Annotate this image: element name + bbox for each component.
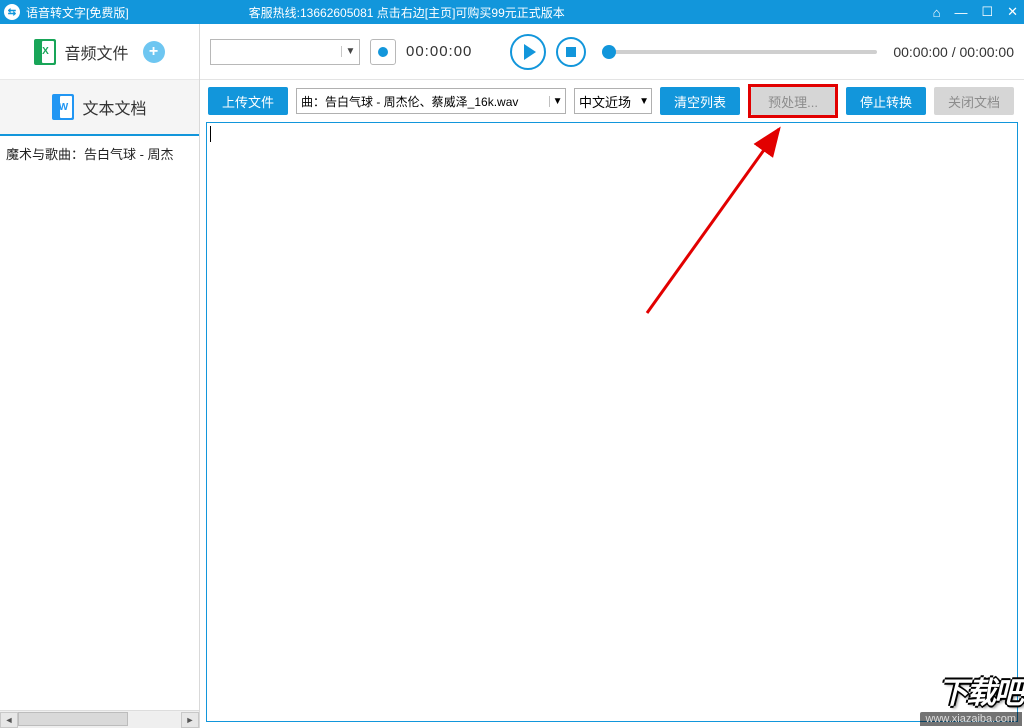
minimize-icon[interactable]: — [954,5,967,20]
main-panel: ▼ 00:00:00 00:00:00 / 00:00:00 上传文件 曲：告白… [200,24,1024,728]
scroll-right-icon[interactable]: ► [181,712,199,728]
scroll-thumb[interactable] [18,712,128,726]
tab-text-label: 文本文档 [82,95,146,119]
list-item[interactable]: 魔术与歌曲：告白气球 - 周杰 [6,144,193,163]
app-icon: ⇆ [4,4,20,20]
file-dropdown-value: 曲：告白气球 - 周杰伦、蔡威泽_16k.wav [297,93,549,110]
language-value: 中文近场 [575,92,637,111]
word-icon: W [52,94,74,120]
hotline-text: 客服热线:13662605081 点击右边[主页]可购买99元正式版本 [249,4,565,21]
tab-audio-label: 音频文件 [64,40,128,64]
stop-convert-button[interactable]: 停止转换 [846,87,926,115]
maximize-icon[interactable]: ☐ [981,4,993,20]
preprocess-button[interactable]: 预处理... [751,87,835,115]
chevron-down-icon: ▼ [341,46,359,57]
file-dropdown[interactable]: 曲：告白气球 - 周杰伦、蔡威泽_16k.wav ▼ [296,88,566,114]
language-dropdown[interactable]: 中文近场 ▼ [574,88,652,114]
record-dot-icon [378,47,388,57]
playback-time: 00:00:00 / 00:00:00 [893,44,1014,60]
add-audio-button[interactable]: + [143,41,165,63]
clear-list-button[interactable]: 清空列表 [660,87,740,115]
annotation-highlight: 预处理... [748,84,838,118]
file-list: 魔术与歌曲：告白气球 - 周杰 [0,136,199,710]
stop-button[interactable] [556,37,586,67]
text-editor[interactable] [206,122,1018,722]
stop-icon [566,47,576,57]
player-bar: ▼ 00:00:00 00:00:00 / 00:00:00 [200,24,1024,80]
upload-button[interactable]: 上传文件 [208,87,288,115]
annotation-arrow [207,123,1024,723]
tab-text-documents[interactable]: W 文本文档 [0,80,199,136]
seek-slider[interactable] [602,50,877,54]
slider-knob[interactable] [602,45,616,59]
sidebar: X 音频文件 + W 文本文档 魔术与歌曲：告白气球 - 周杰 ◄ ► [0,24,200,728]
toolbar: 上传文件 曲：告白气球 - 周杰伦、蔡威泽_16k.wav ▼ 中文近场 ▼ 清… [200,80,1024,122]
scroll-track[interactable] [18,712,181,728]
scroll-left-icon[interactable]: ◄ [0,712,18,728]
record-time: 00:00:00 [406,43,472,60]
tab-audio-files[interactable]: X 音频文件 + [0,24,199,80]
close-doc-button[interactable]: 关闭文档 [934,87,1014,115]
chevron-down-icon: ▼ [637,96,651,107]
text-cursor [210,126,211,142]
titlebar: ⇆ 语音转文字[免费版] 客服热线:13662605081 点击右边[主页]可购… [0,0,1024,24]
excel-icon: X [34,39,56,65]
horizontal-scrollbar[interactable]: ◄ ► [0,710,199,728]
play-icon [524,44,536,60]
play-button[interactable] [510,34,546,70]
close-icon[interactable]: ✕ [1007,4,1018,20]
home-icon[interactable]: ⌂ [933,5,941,20]
chevron-down-icon: ▼ [549,96,565,107]
window-title: 语音转文字[免费版] [26,4,129,21]
audio-select-dropdown[interactable]: ▼ [210,39,360,65]
record-button[interactable] [370,39,396,65]
